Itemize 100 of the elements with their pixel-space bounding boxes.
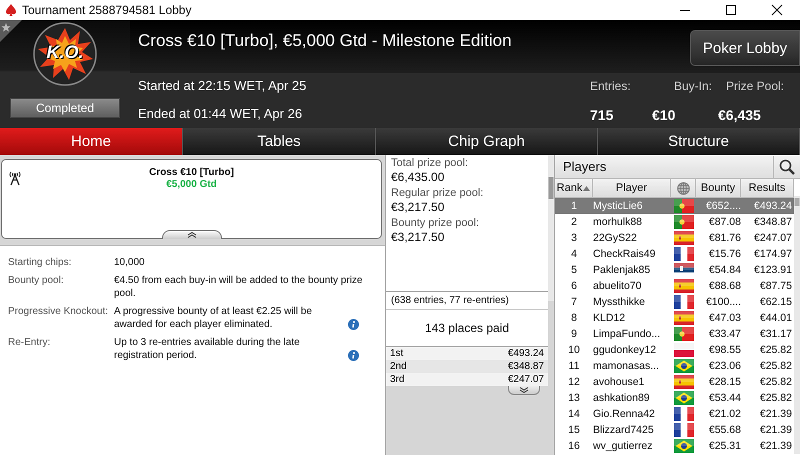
double-chevron-up-icon — [187, 232, 197, 238]
stat-label: Prize Pool: — [724, 79, 785, 93]
expand-toggle[interactable] — [508, 386, 540, 395]
table-row[interactable]: 15 Blizzard7425 €55.68 €21.39 — [555, 422, 794, 438]
table-row[interactable]: 3 22GyS22 €81.76 €247.07 — [555, 230, 794, 246]
player-name: Gio.Renna42 — [593, 408, 656, 420]
rank-cell-text: 12 — [567, 376, 581, 388]
table-row[interactable]: 2 morhulk88 €87.08 €348.87 — [555, 214, 794, 230]
rank-cell-text: 15 — [567, 424, 581, 436]
column-header[interactable]: Player — [593, 179, 671, 197]
flag-icon — [674, 215, 694, 229]
bounty-cell-text: €28.15 — [708, 376, 741, 388]
player-name: LimpaFundo... — [593, 328, 662, 340]
collapse-toggle[interactable] — [162, 230, 222, 239]
scrollbar[interactable] — [794, 196, 800, 454]
rank-cell-text: 13 — [567, 392, 581, 404]
result-cell-text: €31.17 — [758, 328, 793, 340]
table-row[interactable]: 7 Myssthikke €100.... €62.15 — [555, 294, 794, 310]
flag-icon — [674, 359, 694, 373]
rank-cell-text: 10 — [567, 344, 581, 356]
detail-value: 10,000 — [114, 257, 145, 268]
result-cell-text: €25.82 — [758, 360, 793, 372]
flag-icon — [674, 295, 694, 309]
payout-amount: €493.24 — [508, 347, 544, 360]
column-header[interactable]: Results — [741, 179, 794, 197]
tab[interactable]: Structure — [598, 128, 800, 155]
rank-cell-text: 7 — [570, 296, 578, 308]
bounty-cell-text: €100.... — [704, 296, 741, 308]
info-icon[interactable] — [348, 319, 359, 330]
bounty-cell-text: €47.03 — [708, 312, 741, 324]
flag-icon — [674, 391, 694, 405]
table-row[interactable]: 4 CheckRais49 €15.76 €174.97 — [555, 246, 794, 262]
poker-lobby-button[interactable]: Poker Lobby — [690, 30, 800, 66]
pool-label: Regular prize pool: — [391, 187, 484, 200]
table-row[interactable]: 6 abuelito70 €88.68 €87.75 — [555, 278, 794, 294]
table-row[interactable]: 14 Gio.Renna42 €21.02 €21.39 — [555, 406, 794, 422]
detail-label: Bounty pool: — [8, 274, 65, 288]
favorite-star-icon[interactable] — [0, 20, 22, 42]
table-row[interactable]: 11 mamonasas... €23.06 €25.82 — [555, 358, 794, 374]
tab[interactable]: Home — [0, 128, 183, 155]
player-name: 22GyS22 — [593, 232, 638, 244]
entries-note: (638 entries, 77 re-entries) — [386, 291, 548, 310]
rank-cell-text: 2 — [570, 216, 578, 228]
rank-cell-text: 8 — [570, 312, 578, 324]
result-cell-text: €25.82 — [758, 344, 793, 356]
stat-value: 715 — [590, 107, 614, 123]
app-logo-icon — [4, 3, 18, 17]
column-header[interactable]: Rank — [555, 179, 593, 197]
result-cell-text: €25.82 — [758, 392, 793, 404]
player-name: mamonasas... — [593, 360, 660, 372]
start-time: Started at 22:15 WET, Apr 25 — [138, 78, 306, 94]
pool-value: €3,217.50 — [391, 200, 446, 215]
scrollbar[interactable] — [548, 155, 554, 301]
pool-label: Bounty prize pool: — [391, 217, 480, 230]
payout-place: 1st — [390, 347, 404, 360]
table-row[interactable]: 16 wv_gutierrez €25.31 €21.39 — [555, 438, 794, 454]
stat-label: Buy-In: — [672, 79, 713, 93]
rank-cell-text: 5 — [570, 264, 578, 276]
table-row[interactable]: 5 Paklenjak85 €54.84 €123.91 — [555, 262, 794, 278]
flag-icon — [674, 375, 694, 389]
tab[interactable]: Chip Graph — [376, 128, 598, 155]
flag-icon — [674, 327, 694, 341]
player-name: KLD12 — [593, 312, 626, 324]
bounty-cell-text: €55.68 — [708, 424, 741, 436]
detail-label: Progressive Knockout: — [8, 305, 110, 319]
column-header[interactable]: Bounty — [696, 179, 741, 197]
end-time: Ended at 01:44 WET, Apr 26 — [138, 106, 304, 122]
flag-icon — [674, 199, 694, 213]
payout-place: 2nd — [390, 360, 407, 373]
stat-label: Entries: — [590, 79, 632, 93]
table-row[interactable]: 9 LimpaFundo... €33.47 €31.17 — [555, 326, 794, 342]
stat-value: €10 — [652, 107, 676, 123]
player-name: ashkation89 — [593, 392, 651, 404]
bounty-cell-text: €23.06 — [708, 360, 741, 372]
rank-cell-text: 4 — [570, 248, 578, 260]
rank-cell-text: 6 — [570, 280, 578, 292]
bounty-cell-text: €53.44 — [708, 392, 741, 404]
player-name: Blizzard7425 — [593, 424, 655, 436]
detail-value: A progressive bounty of at least €2.25 will be awarded for each player eliminated. — [114, 305, 313, 331]
table-row[interactable]: 8 KLD12 €47.03 €44.01 — [555, 310, 794, 326]
knockout-logo: K.O. — [33, 22, 97, 86]
player-name: Paklenjak85 — [593, 264, 652, 276]
table-row[interactable]: 10 ggudonkey12 €98.55 €25.82 — [555, 342, 794, 358]
bounty-cell-text: €33.47 — [708, 328, 741, 340]
table-row[interactable]: 1 MysticLie6 €652.... €493.24 — [555, 198, 794, 214]
info-icon[interactable] — [348, 350, 359, 361]
status-ribbon: Completed — [10, 98, 120, 118]
table-row[interactable]: 12 avohouse1 €28.15 €25.82 — [555, 374, 794, 390]
flag-icon — [674, 279, 694, 293]
bounty-cell-text: €98.55 — [708, 344, 741, 356]
detail-label: Starting chips: — [8, 256, 72, 269]
tab[interactable]: Tables — [183, 128, 376, 155]
table-row[interactable]: 13 ashkation89 €53.44 €25.82 — [555, 390, 794, 406]
result-cell-text: €493.24 — [753, 200, 793, 212]
result-cell-text: €44.01 — [758, 312, 793, 324]
flag-icon — [674, 423, 694, 437]
search-icon — [779, 158, 795, 174]
pool-value: €3,217.50 — [391, 230, 446, 245]
rank-cell-text: 3 — [570, 232, 578, 244]
player-name: avohouse1 — [593, 376, 646, 388]
